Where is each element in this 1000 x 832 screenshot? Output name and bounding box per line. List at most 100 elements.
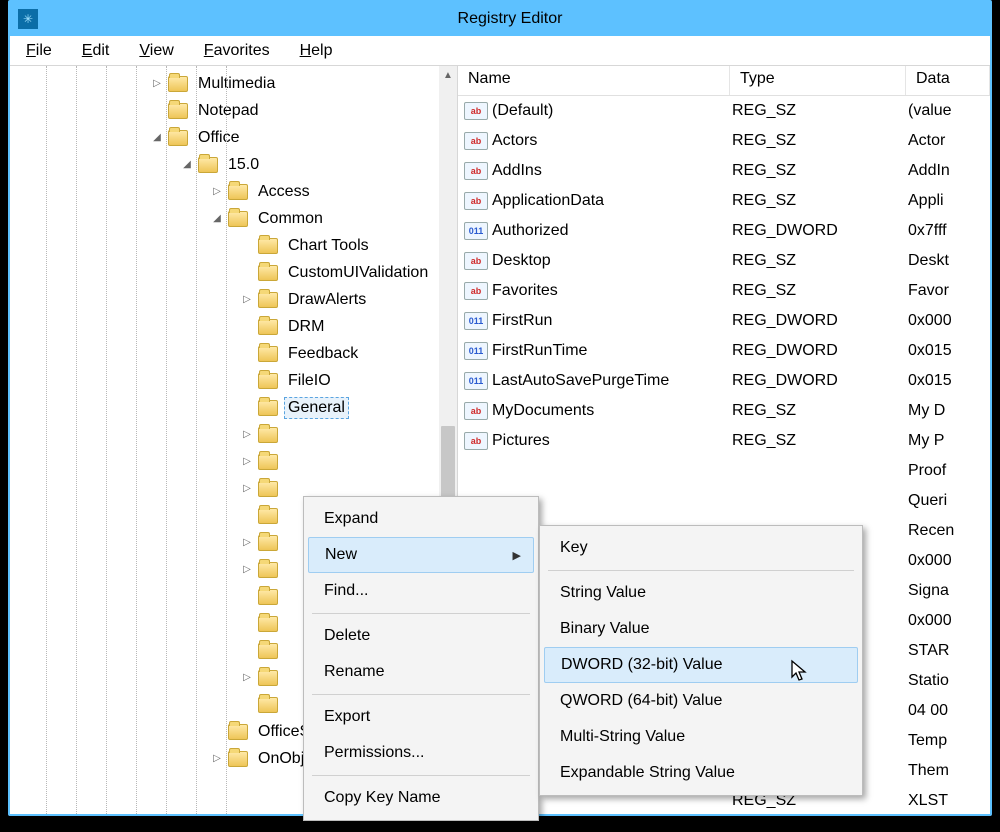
value-row[interactable]: 011LastAutoSavePurgeTimeREG_DWORD0x015 bbox=[458, 366, 990, 396]
column-header-type[interactable]: Type bbox=[730, 66, 906, 95]
value-data: Proof bbox=[908, 462, 990, 480]
menu-item-label: Delete bbox=[324, 627, 370, 645]
value-row[interactable]: ab(Default)REG_SZ(value bbox=[458, 96, 990, 126]
value-data: Queri bbox=[908, 492, 990, 510]
folder-icon bbox=[258, 373, 278, 389]
value-data: Temp bbox=[908, 732, 990, 750]
menu-separator bbox=[548, 570, 854, 571]
value-type: REG_DWORD bbox=[732, 222, 908, 240]
menu-file[interactable]: File bbox=[20, 40, 58, 62]
menu-item[interactable]: Delete bbox=[306, 618, 536, 654]
value-data: STAR bbox=[908, 642, 990, 660]
menu-item-label: Key bbox=[560, 539, 588, 557]
folder-icon bbox=[258, 481, 278, 497]
menu-item[interactable]: Copy Key Name bbox=[306, 780, 536, 816]
value-data: Actor bbox=[908, 132, 990, 150]
value-row[interactable]: abFavoritesREG_SZFavor bbox=[458, 276, 990, 306]
menu-item-label: Expand bbox=[324, 510, 378, 528]
menu-item[interactable]: New ▶ bbox=[308, 537, 534, 573]
value-row[interactable]: abAddInsREG_SZAddIn bbox=[458, 156, 990, 186]
menu-item[interactable]: QWORD (64-bit) Value bbox=[542, 683, 860, 719]
menu-item-label: String Value bbox=[560, 584, 646, 602]
column-header-name[interactable]: Name bbox=[458, 66, 730, 95]
value-row[interactable]: abMyDocumentsREG_SZMy D bbox=[458, 396, 990, 426]
menu-item[interactable]: Export bbox=[306, 699, 536, 735]
titlebar[interactable]: ✳ Registry Editor bbox=[10, 2, 990, 36]
folder-icon bbox=[258, 643, 278, 659]
menu-item-label: Expandable String Value bbox=[560, 764, 735, 782]
value-type: REG_DWORD bbox=[732, 312, 908, 330]
value-data: 0x000 bbox=[908, 312, 990, 330]
value-row[interactable]: Proof bbox=[458, 456, 990, 486]
reg-sz-icon: ab bbox=[464, 132, 488, 150]
value-row[interactable]: 011FirstRunTimeREG_DWORD0x015 bbox=[458, 336, 990, 366]
menu-item-label: Permissions... bbox=[324, 744, 424, 762]
menu-item[interactable]: Expand bbox=[306, 501, 536, 537]
value-type: REG_DWORD bbox=[732, 372, 908, 390]
value-row[interactable]: 011FirstRunREG_DWORD0x000 bbox=[458, 306, 990, 336]
folder-icon bbox=[258, 238, 278, 254]
value-type: REG_SZ bbox=[732, 102, 908, 120]
value-data: 0x000 bbox=[908, 552, 990, 570]
menu-edit[interactable]: Edit bbox=[76, 40, 116, 62]
folder-icon bbox=[258, 427, 278, 443]
menu-view[interactable]: View bbox=[133, 40, 179, 62]
menu-item-label: Multi-String Value bbox=[560, 728, 685, 746]
menu-item-label: Export bbox=[324, 708, 370, 726]
menu-separator bbox=[312, 775, 530, 776]
menu-item[interactable]: DWORD (32-bit) Value bbox=[544, 647, 858, 683]
folder-icon bbox=[258, 670, 278, 686]
value-row[interactable]: abPicturesREG_SZMy P bbox=[458, 426, 990, 456]
value-row[interactable]: abApplicationDataREG_SZAppli bbox=[458, 186, 990, 216]
value-type: REG_SZ bbox=[732, 252, 908, 270]
folder-icon bbox=[258, 508, 278, 524]
folder-icon bbox=[258, 535, 278, 551]
value-data: 0x015 bbox=[908, 372, 990, 390]
menu-help[interactable]: Help bbox=[294, 40, 339, 62]
column-header-data[interactable]: Data bbox=[906, 66, 990, 95]
folder-icon bbox=[258, 562, 278, 578]
value-data: 04 00 bbox=[908, 702, 990, 720]
value-type: REG_SZ bbox=[732, 432, 908, 450]
value-data: Appli bbox=[908, 192, 990, 210]
folder-icon bbox=[168, 76, 188, 92]
menu-item[interactable]: Multi-String Value bbox=[542, 719, 860, 755]
menu-item[interactable]: Permissions... bbox=[306, 735, 536, 771]
value-row[interactable]: 011AuthorizedREG_DWORD0x7fff bbox=[458, 216, 990, 246]
value-name: Desktop bbox=[492, 252, 732, 270]
folder-icon bbox=[258, 589, 278, 605]
reg-dword-icon: 011 bbox=[464, 312, 488, 330]
value-data: 0x015 bbox=[908, 342, 990, 360]
scrollbar-up-icon[interactable]: ▲ bbox=[439, 66, 457, 84]
menu-favorites[interactable]: Favorites bbox=[198, 40, 276, 62]
value-data: Signa bbox=[908, 582, 990, 600]
menu-item[interactable]: String Value bbox=[542, 575, 860, 611]
folder-icon bbox=[258, 319, 278, 335]
folder-icon bbox=[258, 454, 278, 470]
menu-item[interactable]: Find... bbox=[306, 573, 536, 609]
folder-icon bbox=[168, 130, 188, 146]
registry-editor-window: ✳ Registry Editor File Edit View Favorit… bbox=[8, 0, 992, 816]
folder-icon bbox=[168, 103, 188, 119]
menu-item-label: New bbox=[325, 546, 357, 564]
submenu-arrow-icon: ▶ bbox=[513, 549, 521, 562]
value-type: REG_SZ bbox=[732, 402, 908, 420]
value-data: My P bbox=[908, 432, 990, 450]
menu-item[interactable]: Rename bbox=[306, 654, 536, 690]
reg-sz-icon: ab bbox=[464, 432, 488, 450]
value-type: REG_SZ bbox=[732, 282, 908, 300]
menu-item[interactable]: Binary Value bbox=[542, 611, 860, 647]
menu-item[interactable]: Expandable String Value bbox=[542, 755, 860, 791]
menu-item-label: Binary Value bbox=[560, 620, 650, 638]
folder-icon bbox=[258, 400, 278, 416]
value-row[interactable]: abActorsREG_SZActor bbox=[458, 126, 990, 156]
value-name: LastAutoSavePurgeTime bbox=[492, 372, 732, 390]
menu-item[interactable]: Key bbox=[542, 530, 860, 566]
value-name: (Default) bbox=[492, 102, 732, 120]
value-data: (value bbox=[908, 102, 990, 120]
menu-item-label: Rename bbox=[324, 663, 384, 681]
value-row[interactable]: abDesktopREG_SZDeskt bbox=[458, 246, 990, 276]
folder-icon bbox=[198, 157, 218, 173]
reg-sz-icon: ab bbox=[464, 162, 488, 180]
menu-item-label: QWORD (64-bit) Value bbox=[560, 692, 722, 710]
